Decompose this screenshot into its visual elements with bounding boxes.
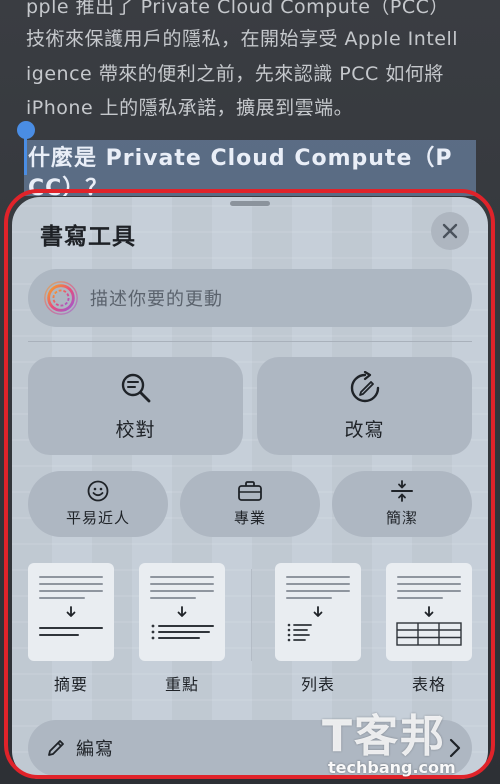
article-line: pple 推出了 Private Cloud Compute（PCC） (26, 0, 449, 18)
selection-handle[interactable] (17, 121, 35, 139)
selected-heading[interactable]: 什麼是 Private Cloud Compute（P CC）？ (24, 140, 476, 196)
selection-cursor (24, 135, 27, 175)
article-line: 技術來保護用戶的隱私，在開始享受 Apple Intell (26, 28, 459, 50)
heading-text: 什麼是 Private Cloud Compute（P (28, 146, 453, 171)
watermark-logo: T客邦 techbang.com (322, 700, 486, 780)
watermark-sub: techbang.com (328, 758, 456, 777)
article-line: iPhone 上的隱私承諾，擴展到雲端。 (26, 97, 354, 119)
article-line: igence 帶來的便利之前，先來認識 PCC 如何將 (26, 63, 444, 85)
watermark-main: T客邦 (322, 711, 447, 762)
highlight-frame (4, 189, 495, 779)
